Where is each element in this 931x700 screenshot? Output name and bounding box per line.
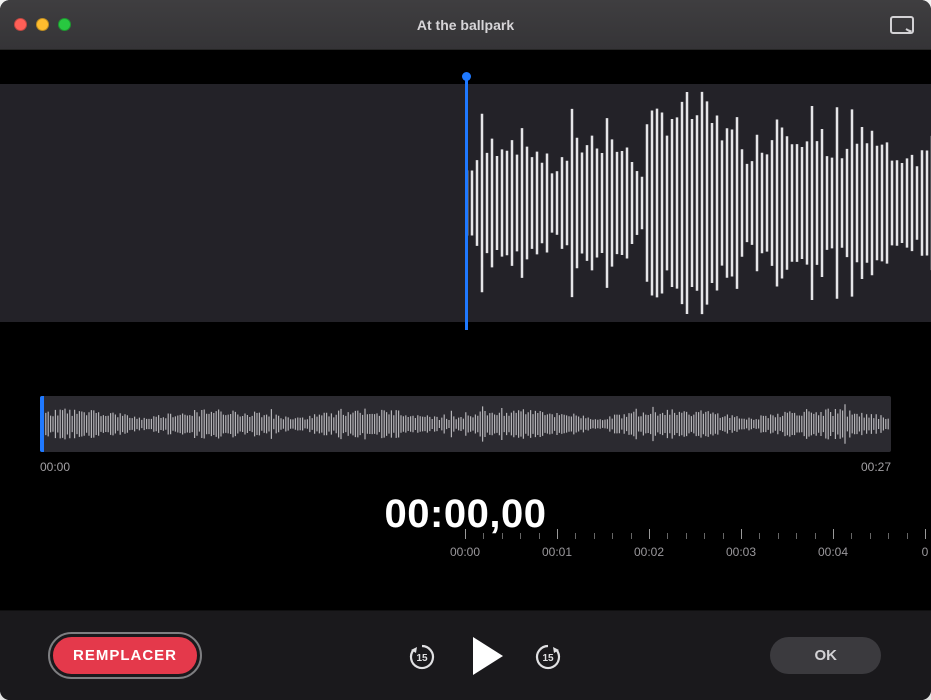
- svg-text:15: 15: [417, 653, 429, 664]
- skip-forward-button[interactable]: 15: [533, 641, 563, 671]
- voice-memos-edit-window: At the ballpark 00:0000:0100:0200:0300:0…: [0, 0, 931, 700]
- minimize-window-button[interactable]: [36, 18, 49, 31]
- trim-icon: [890, 16, 914, 34]
- overview-waveform-track[interactable]: [40, 396, 891, 452]
- replace-button[interactable]: REMPLACER: [50, 634, 200, 677]
- main-waveform-area[interactable]: [0, 62, 931, 330]
- traffic-lights: [14, 18, 71, 31]
- bottom-toolbar: REMPLACER 15 15 OK: [0, 610, 931, 700]
- skip-forward-15-icon: 15: [533, 641, 563, 671]
- svg-text:15: 15: [543, 653, 555, 664]
- main-waveform: [465, 84, 931, 322]
- overview-end-time: 00:27: [861, 460, 891, 474]
- overview-playhead[interactable]: [40, 396, 44, 452]
- skip-back-button[interactable]: 15: [407, 641, 437, 671]
- overview-waveform: [40, 396, 891, 452]
- main-time-ruler: 00:0000:0100:0200:0300:040: [465, 539, 931, 565]
- trim-button[interactable]: [887, 14, 917, 36]
- window-title: At the ballpark: [0, 17, 931, 33]
- close-window-button[interactable]: [14, 18, 27, 31]
- play-button[interactable]: [473, 637, 503, 675]
- ok-button[interactable]: OK: [770, 637, 881, 674]
- skip-back-15-icon: 15: [407, 641, 437, 671]
- overview-area: 00:00 00:27: [40, 396, 891, 474]
- overview-start-time: 00:00: [40, 460, 70, 474]
- titlebar: At the ballpark: [0, 0, 931, 50]
- playback-controls: 15 15: [407, 637, 563, 675]
- editor-content: 00:0000:0100:0200:0300:040 00:00 00:27 0…: [0, 62, 931, 537]
- fullscreen-window-button[interactable]: [58, 18, 71, 31]
